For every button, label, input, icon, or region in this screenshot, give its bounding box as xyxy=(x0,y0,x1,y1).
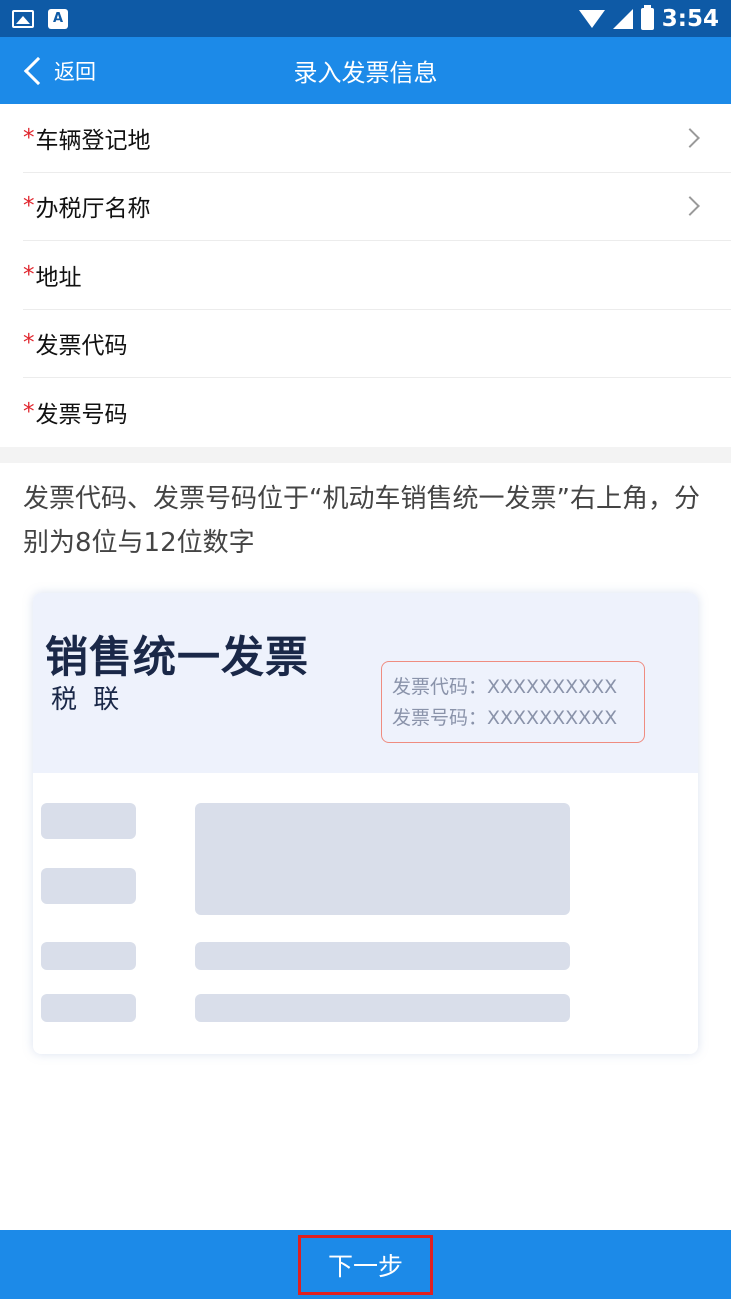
section-divider xyxy=(0,447,731,463)
invoice-title: 销售统一发票 xyxy=(45,633,309,683)
field-label: 发票号码 xyxy=(35,402,128,429)
status-time: 3:54 xyxy=(661,5,719,32)
field-invoice-number[interactable]: * 发票号码 xyxy=(23,378,731,447)
invoice-form: * 车辆登记地 * 办税厅名称 * 地址 * 发票代码 * 发票号码 xyxy=(0,104,731,447)
image-icon xyxy=(12,9,34,28)
required-mark: * xyxy=(23,193,35,220)
invoice-sample-image: 销售统一发票 税 联 发票代码：XXXXXXXXXX 发票号码：XXXXXXXX… xyxy=(33,593,698,1054)
next-step-label: 下一步 xyxy=(327,1251,403,1281)
required-mark: * xyxy=(23,399,35,426)
placeholder-block xyxy=(41,994,136,1022)
field-label: 地址 xyxy=(35,264,82,291)
field-label: 办税厅名称 xyxy=(35,196,151,223)
field-address[interactable]: * 地址 xyxy=(23,241,731,310)
invoice-header: 销售统一发票 税 联 发票代码：XXXXXXXXXX 发票号码：XXXXXXXX… xyxy=(33,593,698,773)
placeholder-block xyxy=(41,942,136,970)
field-registration-place[interactable]: * 车辆登记地 xyxy=(23,104,731,173)
invoice-code-line: 发票代码：XXXXXXXXXX xyxy=(392,676,618,698)
signal-icon xyxy=(612,8,633,29)
field-label: 发票代码 xyxy=(35,333,128,360)
required-mark: * xyxy=(23,330,35,357)
required-mark: * xyxy=(23,124,35,151)
field-label: 车辆登记地 xyxy=(35,127,151,154)
a-icon: A xyxy=(48,8,68,29)
nav-bar: 返回 录入发票信息 xyxy=(0,37,731,104)
invoice-subtitle: 税 联 xyxy=(51,685,124,715)
chevron-right-icon xyxy=(680,127,700,148)
field-invoice-code[interactable]: * 发票代码 xyxy=(23,310,731,378)
status-bar: A 3:54 xyxy=(0,0,731,37)
placeholder-block xyxy=(41,868,136,904)
placeholder-block xyxy=(195,942,570,970)
chevron-left-icon xyxy=(23,56,53,85)
back-label: 返回 xyxy=(54,59,96,84)
placeholder-block xyxy=(195,994,570,1022)
required-mark: * xyxy=(23,261,35,288)
invoice-number-line: 发票号码：XXXXXXXXXX xyxy=(392,707,618,729)
next-step-button[interactable]: 下一步 xyxy=(298,1234,433,1295)
chevron-right-icon xyxy=(680,196,700,217)
back-button[interactable]: 返回 xyxy=(18,37,96,104)
battery-icon xyxy=(640,4,654,30)
field-tax-hall-name[interactable]: * 办税厅名称 xyxy=(23,173,731,241)
page-title: 录入发票信息 xyxy=(293,59,438,87)
invoice-code-box: 发票代码：XXXXXXXXXX 发票号码：XXXXXXXXXX xyxy=(381,661,645,743)
hint-text: 发票代码、发票号码位于“机动车销售统一发票”右上角，分别为8位与12位数字 xyxy=(23,484,700,558)
wifi-icon xyxy=(578,9,605,28)
placeholder-block xyxy=(41,803,136,839)
footer-bar: 下一步 xyxy=(0,1230,731,1299)
placeholder-block xyxy=(195,803,570,915)
